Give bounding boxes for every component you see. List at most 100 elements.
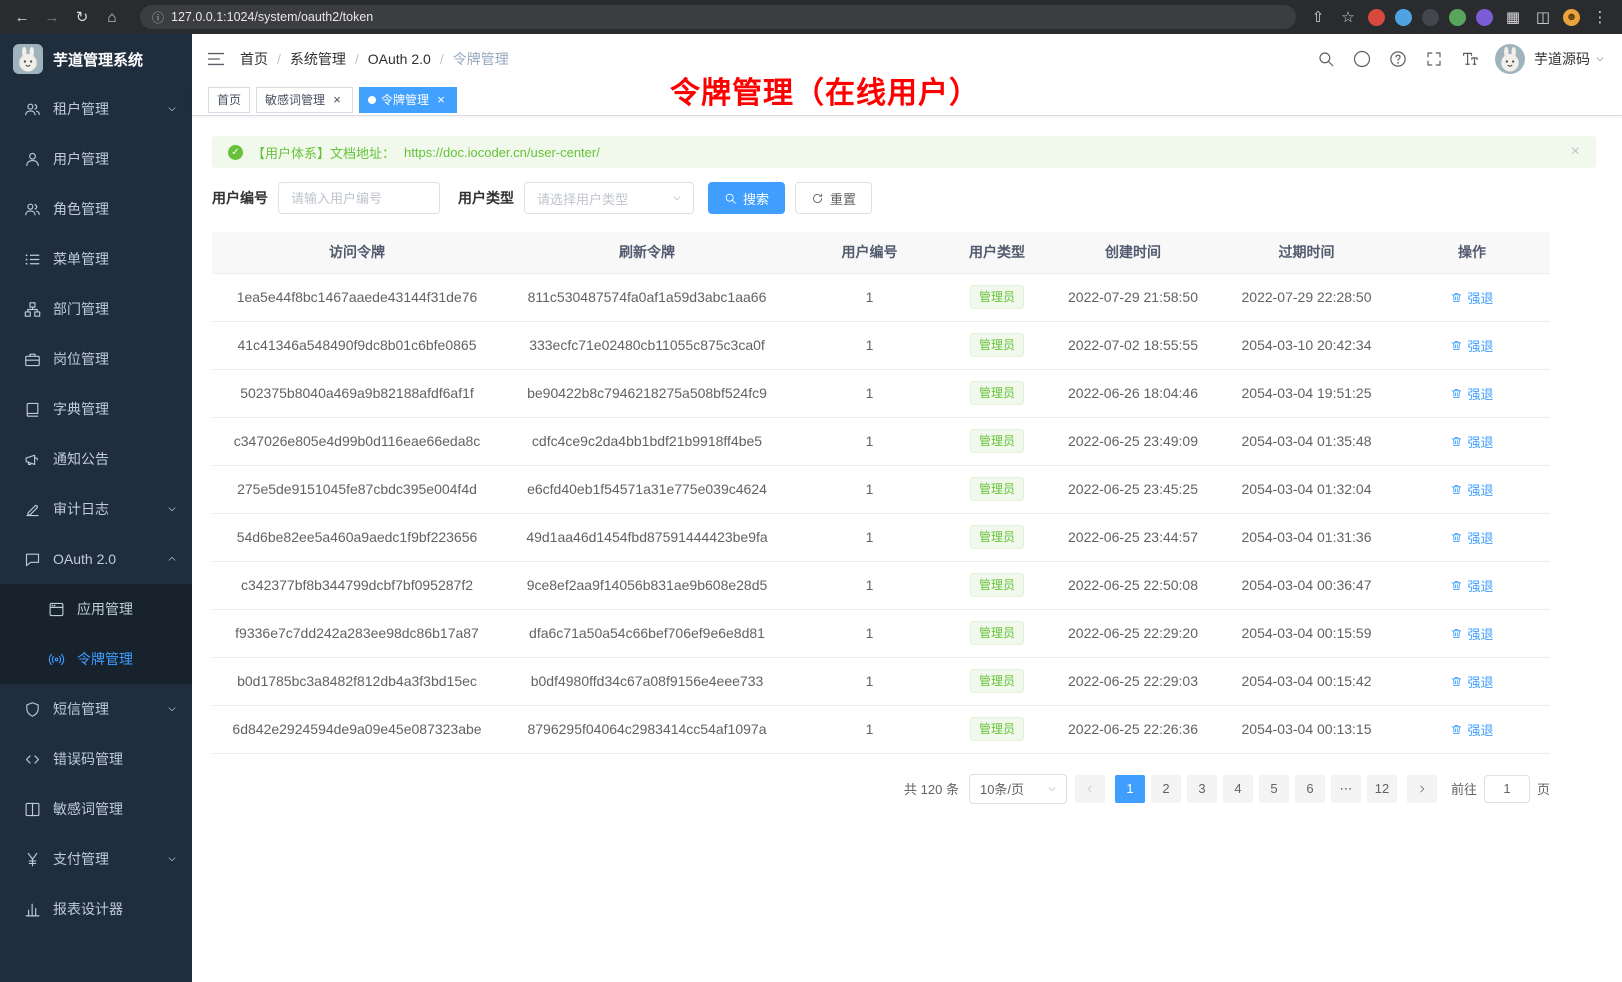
prev-page-button[interactable] [1075, 775, 1105, 803]
sidebar-item-user[interactable]: 用户管理 [0, 134, 192, 184]
force-logout-button[interactable]: 强退 [1450, 624, 1493, 643]
table-row: 502375b8040a469a9b82188afdf6af1f be90422… [212, 369, 1550, 417]
sidebar-item-dict[interactable]: 字典管理 [0, 384, 192, 434]
access-token-cell: 54d6be82ee5a460a9aedc1f9bf223656 [212, 513, 502, 561]
user-menu[interactable]: 芋道源码 [1495, 44, 1606, 74]
tab-1[interactable]: 敏感词管理× [256, 87, 353, 113]
extension-blue-icon[interactable] [1395, 9, 1412, 26]
reset-button[interactable]: 重置 [795, 182, 872, 214]
site-info-icon[interactable]: ⓘ [152, 9, 164, 26]
refresh-token-cell: dfa6c71a50a54c66bef706ef9e6e8d81 [502, 609, 792, 657]
user-type-label: 用户类型 [458, 188, 514, 208]
user-id-cell: 1 [792, 417, 947, 465]
user-id-input[interactable] [278, 182, 440, 214]
column-header: 用户类型 [947, 232, 1047, 273]
tab-2[interactable]: 令牌管理× [359, 87, 457, 113]
back-button[interactable]: ← [12, 9, 32, 26]
alert-close-icon[interactable]: × [1571, 143, 1580, 161]
profile-avatar-icon[interactable]: ☻ [1563, 9, 1580, 26]
page-size-select[interactable]: 10条/页 [969, 774, 1067, 804]
app-logo[interactable]: 芋道管理系统 [0, 34, 192, 84]
forward-button[interactable]: → [42, 9, 62, 26]
share-icon[interactable]: ⇧ [1308, 8, 1328, 26]
goto-page-input[interactable] [1484, 775, 1530, 803]
extension-red-icon[interactable] [1368, 9, 1385, 26]
refresh-token-cell: 811c530487574fa0af1a59d3abc1aa66 [502, 273, 792, 321]
browser-menu-icon[interactable]: ⋮ [1590, 8, 1610, 26]
force-logout-button[interactable]: 强退 [1450, 432, 1493, 451]
user-id-cell: 1 [792, 465, 947, 513]
fullscreen-icon[interactable] [1425, 50, 1443, 68]
sidebar-item-sensitive-word[interactable]: 敏感词管理 [0, 784, 192, 834]
trash-icon [1450, 723, 1463, 736]
page-button[interactable]: 2 [1151, 775, 1181, 803]
sidebar-item-menu[interactable]: 菜单管理 [0, 234, 192, 284]
trash-icon [1450, 483, 1463, 496]
force-logout-button[interactable]: 强退 [1450, 480, 1493, 499]
breadcrumb-item[interactable]: 首页 [240, 49, 268, 69]
force-logout-button[interactable]: 强退 [1450, 672, 1493, 691]
user-id-cell: 1 [792, 561, 947, 609]
sidebar-item-oauth2[interactable]: OAuth 2.0 [0, 534, 192, 584]
tab-close-icon[interactable]: × [330, 93, 344, 107]
access-token-cell: c342377bf8b344799dcbf7bf095287f2 [212, 561, 502, 609]
page-button[interactable]: 12 [1367, 775, 1397, 803]
column-header: 过期时间 [1219, 232, 1394, 273]
user-id-label: 用户编号 [212, 188, 268, 208]
url-bar[interactable]: ⓘ 127.0.0.1:1024/system/oauth2/token [140, 5, 1296, 29]
page-ellipsis[interactable]: ⋯ [1331, 775, 1361, 803]
doc-link[interactable]: https://doc.iocoder.cn/user-center/ [404, 145, 600, 160]
force-logout-button[interactable]: 强退 [1450, 528, 1493, 547]
search-button[interactable]: 搜索 [708, 182, 785, 214]
sidebar-item-audit-log[interactable]: 审计日志 [0, 484, 192, 534]
force-logout-button[interactable]: 强退 [1450, 720, 1493, 739]
book-icon [24, 401, 41, 418]
sidebar-item-tenant[interactable]: 租户管理 [0, 84, 192, 134]
sidebar-item-notice[interactable]: 通知公告 [0, 434, 192, 484]
search-icon[interactable] [1317, 50, 1335, 68]
page-button[interactable]: 1 [1115, 775, 1145, 803]
breadcrumb-item[interactable]: OAuth 2.0 [368, 51, 431, 67]
sidebar-item-oauth2-token[interactable]: 令牌管理 [0, 634, 192, 684]
bookmark-star-icon[interactable]: ☆ [1338, 8, 1358, 26]
force-logout-button[interactable]: 强退 [1450, 288, 1493, 307]
sidebar-fold-icon[interactable] [206, 49, 226, 69]
sidebar-item-pay[interactable]: 支付管理 [0, 834, 192, 884]
person-icon [24, 151, 41, 168]
next-page-button[interactable] [1407, 775, 1437, 803]
user-id-cell: 1 [792, 657, 947, 705]
sidebar-item-oauth2-application[interactable]: 应用管理 [0, 584, 192, 634]
page-button[interactable]: 5 [1259, 775, 1289, 803]
sidebar-item-role[interactable]: 角色管理 [0, 184, 192, 234]
page-button[interactable]: 4 [1223, 775, 1253, 803]
refresh-token-cell: cdfc4ce9c2da4bb1bdf21b9918ff4be5 [502, 417, 792, 465]
tab-groups-icon[interactable]: ◫ [1533, 8, 1553, 26]
extension-purple-icon[interactable] [1476, 9, 1493, 26]
page-size-value: 10条/页 [980, 779, 1024, 798]
sidebar-item-post[interactable]: 岗位管理 [0, 334, 192, 384]
edit-icon [24, 501, 41, 518]
force-logout-button[interactable]: 强退 [1450, 384, 1493, 403]
extension-dark-icon[interactable] [1422, 9, 1439, 26]
force-logout-button[interactable]: 强退 [1450, 576, 1493, 595]
sidebar-item-report-designer[interactable]: 报表设计器 [0, 884, 192, 934]
extensions-puzzle-icon[interactable]: ▦ [1503, 8, 1523, 26]
sidebar-item-error-code[interactable]: 错误码管理 [0, 734, 192, 784]
browser-actions: ⇧ ☆ ▦ ◫ ☻ ⋮ [1308, 8, 1610, 26]
user-type-select[interactable]: 请选择用户类型 [524, 182, 694, 214]
extension-green-icon[interactable] [1449, 9, 1466, 26]
tab-close-icon[interactable]: × [434, 93, 448, 107]
page-button[interactable]: 3 [1187, 775, 1217, 803]
reload-button[interactable]: ↻ [72, 8, 92, 26]
sidebar-item-dept[interactable]: 部门管理 [0, 284, 192, 334]
question-icon[interactable] [1389, 50, 1407, 68]
page-button[interactable]: 6 [1295, 775, 1325, 803]
home-button[interactable]: ⌂ [102, 9, 122, 26]
sidebar-item-sms[interactable]: 短信管理 [0, 684, 192, 734]
trash-icon [1450, 387, 1463, 400]
github-icon[interactable] [1353, 50, 1371, 68]
force-logout-button[interactable]: 强退 [1450, 336, 1493, 355]
tab-0[interactable]: 首页 [208, 87, 250, 113]
breadcrumb-item[interactable]: 系统管理 [290, 49, 346, 69]
font-size-icon[interactable] [1461, 50, 1479, 68]
